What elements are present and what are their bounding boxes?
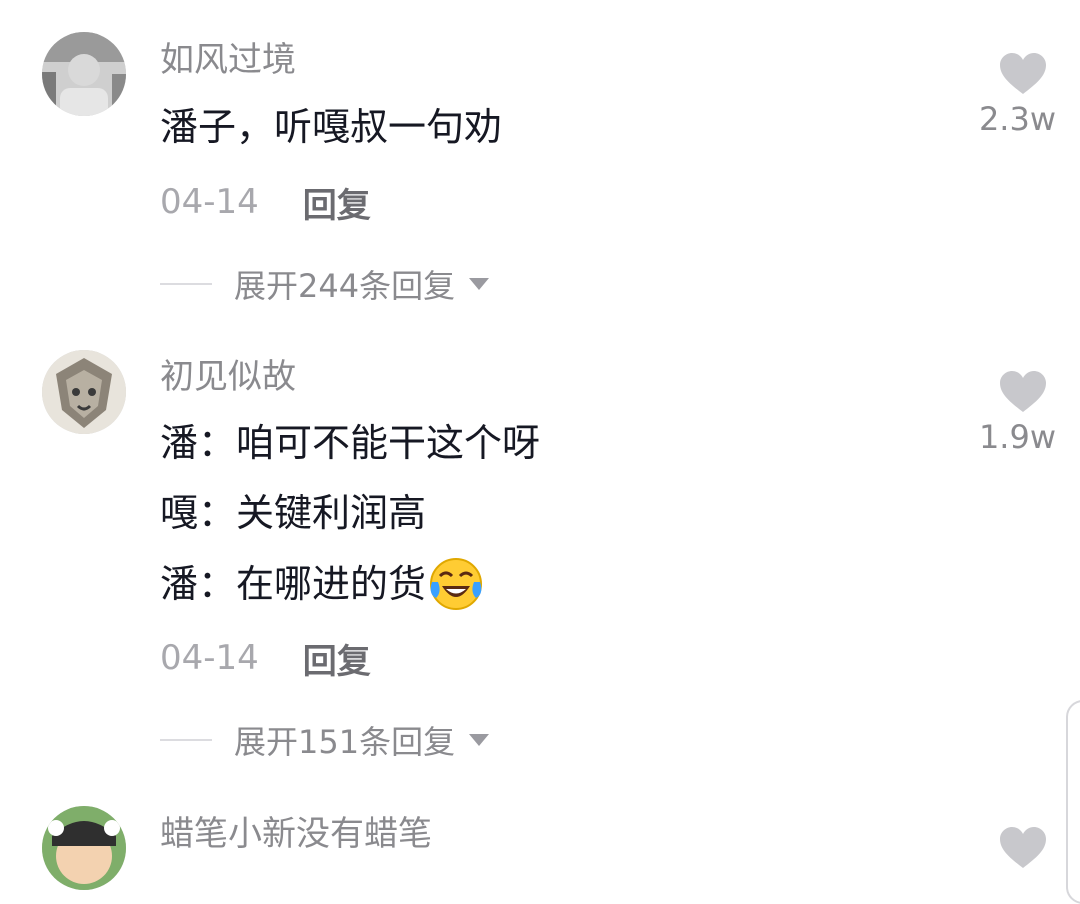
like-button[interactable]: 2.3w [956, 52, 1056, 138]
heart-icon [1000, 371, 1046, 412]
heart-icon [1000, 53, 1046, 94]
like-count: 2.3w [978, 100, 1056, 138]
comment-date: 04-14 [160, 182, 259, 222]
comment-text: 潘子，听嘎叔一句劝 [160, 105, 503, 149]
expand-replies-label: 展开151条回复 [234, 723, 456, 761]
avatar[interactable] [42, 806, 126, 890]
avatar[interactable] [42, 350, 126, 434]
like-button[interactable]: 1.9w [956, 370, 1056, 456]
username[interactable]: 如风过境 [160, 40, 296, 80]
avatar[interactable] [42, 32, 126, 116]
avatar-image [42, 350, 126, 434]
reply-button[interactable]: 回复 [303, 634, 371, 683]
comment-text: 潘：在哪进的货 [160, 556, 484, 612]
expand-replies-button[interactable]: 展开151条回复 [160, 718, 490, 762]
caret-down-icon [469, 278, 490, 290]
comment-date: 04-14 [160, 638, 259, 678]
caret-down-icon [469, 734, 490, 746]
heart-icon [1000, 827, 1046, 868]
laughing-tears-emoji [430, 558, 483, 610]
reply-button[interactable]: 回复 [303, 178, 371, 227]
avatar-image [42, 32, 126, 116]
scroll-handle[interactable] [1066, 700, 1080, 904]
avatar-image [42, 806, 126, 890]
divider [160, 739, 212, 741]
like-count: 1.9w [978, 418, 1056, 456]
comment-text: 嘎：关键利润高 [160, 491, 427, 535]
divider [160, 283, 212, 285]
expand-replies-label: 展开244条回复 [234, 267, 456, 305]
username[interactable]: 蜡笔小新没有蜡笔 [160, 814, 432, 854]
comment-text: 潘：咱可不能干这个呀 [160, 421, 541, 465]
username[interactable]: 初见似故 [160, 357, 296, 397]
comment-meta: 04-14 回复 [160, 634, 371, 683]
like-button[interactable] [956, 826, 1056, 870]
comment-meta: 04-14 回复 [160, 178, 371, 227]
expand-replies-button[interactable]: 展开244条回复 [160, 262, 490, 306]
